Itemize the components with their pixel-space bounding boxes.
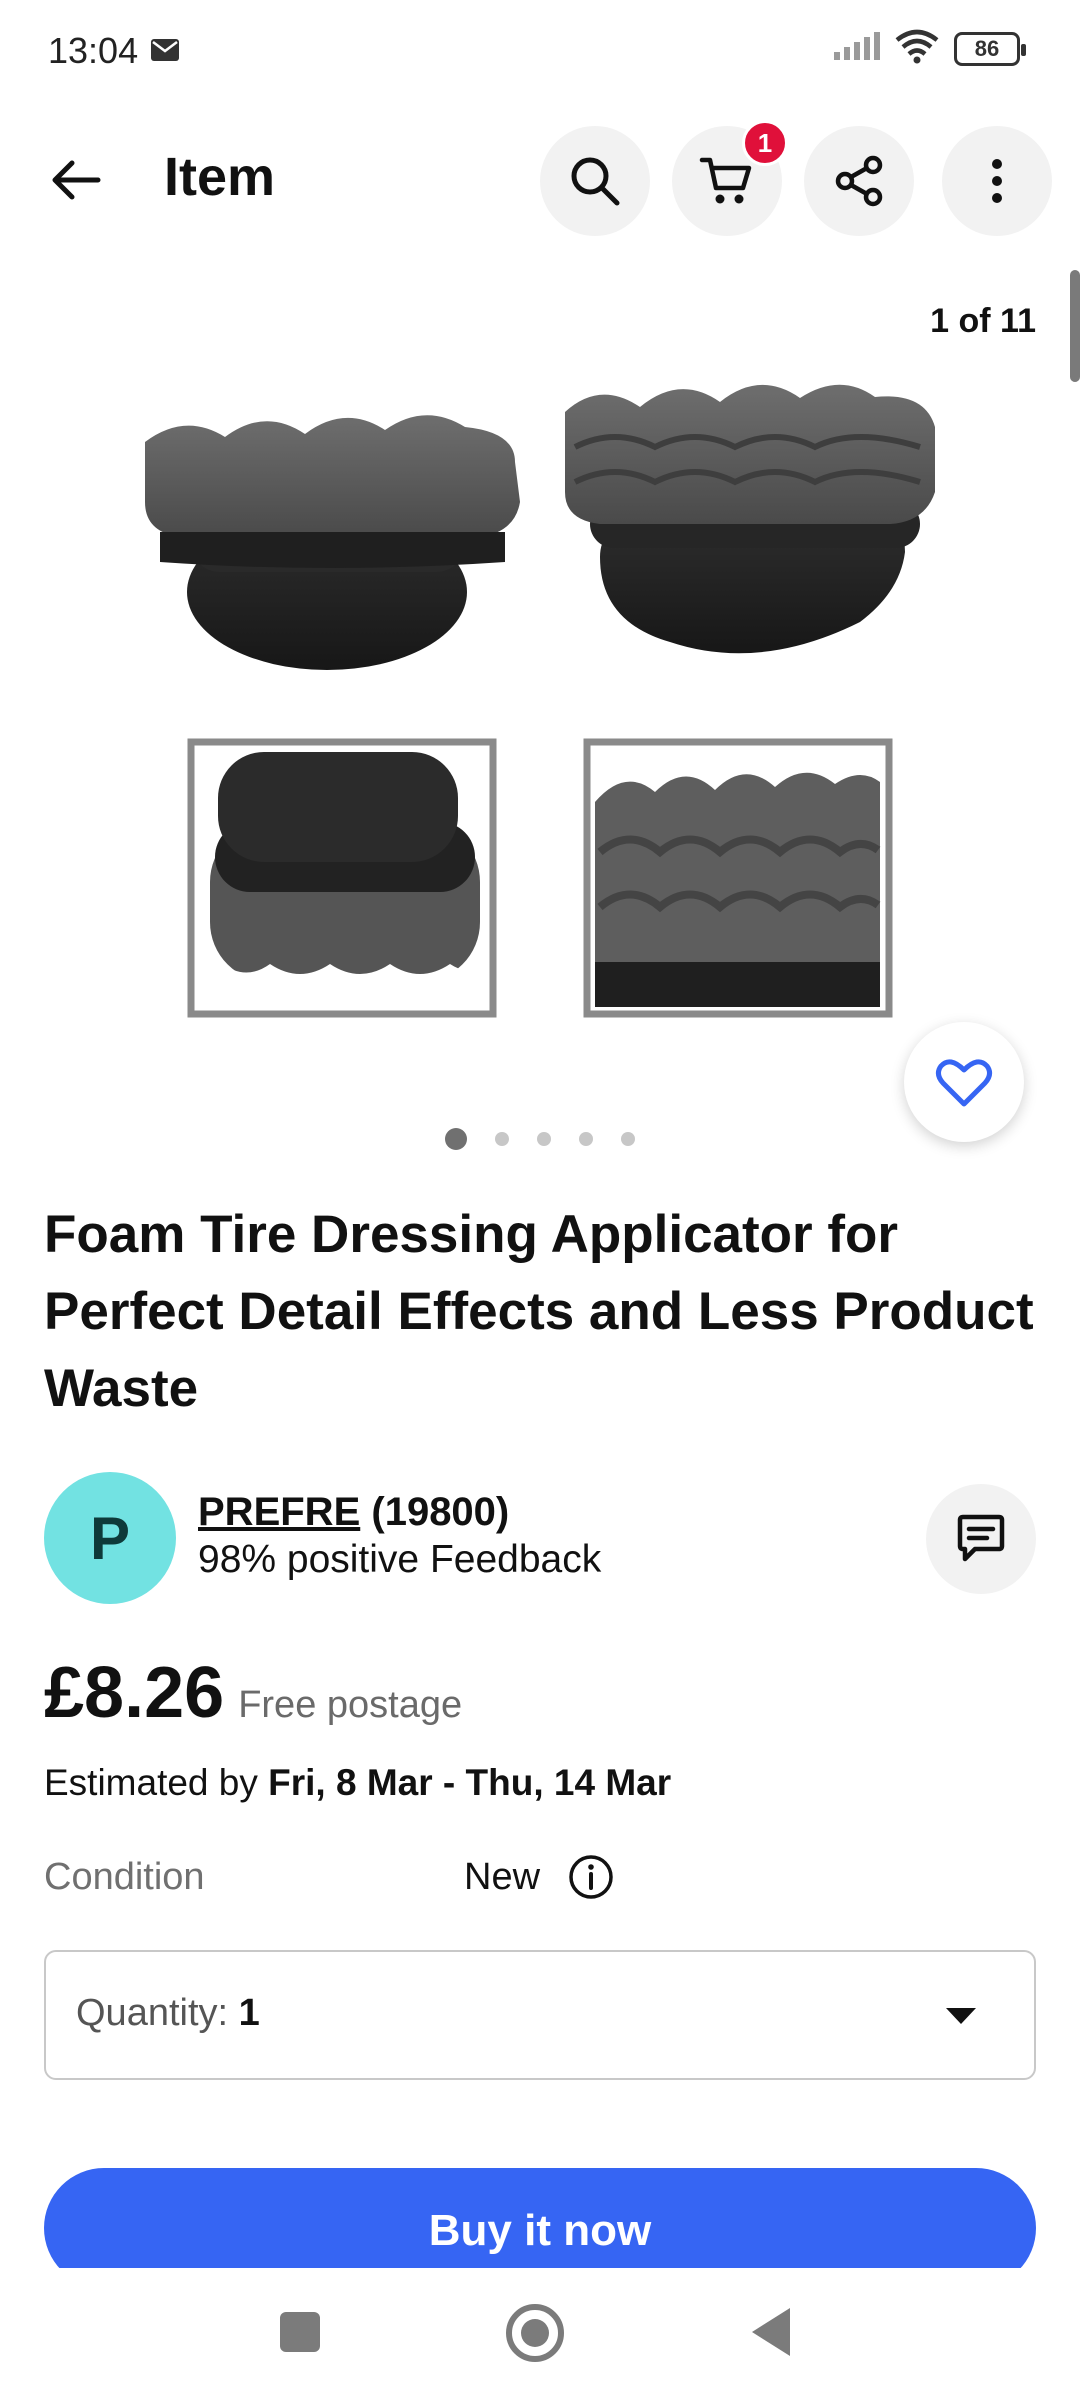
share-icon xyxy=(835,155,883,207)
delivery-range: Fri, 8 Mar - Thu, 14 Mar xyxy=(268,1762,672,1803)
page: 13:04 86 Item 1 1 of 11 Foam Tire Dressi… xyxy=(0,0,1080,2400)
more-options-button[interactable] xyxy=(942,126,1052,236)
search-button[interactable] xyxy=(540,126,650,236)
share-button[interactable] xyxy=(804,126,914,236)
wifi-icon xyxy=(894,28,940,69)
condition-value: New xyxy=(464,1856,541,1898)
search-icon xyxy=(571,157,620,206)
seller-feedback: 98% positive Feedback xyxy=(198,1538,602,1581)
gallery-dot[interactable] xyxy=(579,1132,593,1146)
battery-level: 86 xyxy=(974,35,1000,61)
home-button[interactable] xyxy=(506,2304,564,2362)
price-row: £8.26 Free postage xyxy=(44,1652,462,1734)
right-sponge xyxy=(565,384,935,654)
gallery-dot[interactable] xyxy=(445,1128,467,1150)
product-image xyxy=(145,384,935,1018)
gallery-dots xyxy=(0,1128,1080,1150)
postage-info: Free postage xyxy=(238,1684,463,1726)
quantity-select[interactable]: Quantity: 1 xyxy=(44,1950,1036,2080)
thumbnail-1 xyxy=(187,738,497,1018)
quantity-value: 1 xyxy=(238,1992,260,2034)
seller-info: P PREFRE (19800) 98% positive Feedback xyxy=(44,1472,1036,1604)
app-header: Item 1 xyxy=(0,118,1080,244)
status-indicators: 86 xyxy=(832,28,1026,69)
cart-button[interactable]: 1 xyxy=(672,120,788,236)
quantity-text: Quantity: 1 xyxy=(76,1992,260,2035)
battery-icon: 86 xyxy=(954,31,1026,66)
status-bar: 13:04 86 xyxy=(0,0,1080,100)
message-icon xyxy=(957,1514,1005,1562)
seller-name-link[interactable]: PREFRE xyxy=(198,1490,360,1534)
price: £8.26 xyxy=(44,1653,225,1733)
delivery-prefix: Estimated by xyxy=(44,1762,258,1803)
page-title: Item xyxy=(164,147,276,207)
seller-rating-count: (19800) xyxy=(371,1490,510,1534)
add-to-watchlist-button[interactable] xyxy=(904,1022,1024,1142)
signal-icon xyxy=(832,30,880,67)
gallery-dot[interactable] xyxy=(537,1132,551,1146)
seller-summary: PREFRE (19800) xyxy=(198,1490,509,1535)
quantity-label: Quantity: xyxy=(76,1992,229,2034)
seller-avatar[interactable]: P xyxy=(44,1472,176,1604)
contact-seller-button[interactable] xyxy=(926,1484,1036,1594)
left-sponge xyxy=(145,415,520,670)
system-back-button[interactable] xyxy=(752,2308,790,2356)
condition-label: Condition xyxy=(44,1856,205,1898)
system-nav-bar xyxy=(0,2268,1080,2400)
estimated-delivery: Estimated by Fri, 8 Mar - Thu, 14 Mar xyxy=(44,1762,671,1804)
info-icon[interactable] xyxy=(566,1852,616,1907)
heart-icon xyxy=(935,1059,993,1107)
back-arrow-icon xyxy=(52,160,101,200)
status-time: 13:04 xyxy=(48,30,139,71)
back-button[interactable] xyxy=(40,144,112,216)
chevron-down-icon xyxy=(946,2008,976,2024)
product-title: Foam Tire Dressing Applicator for Perfec… xyxy=(44,1205,1034,1418)
recent-apps-button[interactable] xyxy=(280,2312,320,2352)
gallery-dot[interactable] xyxy=(621,1132,635,1146)
gallery-dot[interactable] xyxy=(495,1132,509,1146)
cart-count-badge: 1 xyxy=(742,120,788,166)
image-gallery[interactable]: 1 of 11 xyxy=(0,262,1080,1150)
mail-icon xyxy=(150,38,180,67)
thumbnail-2 xyxy=(583,738,893,1018)
cart-icon xyxy=(699,157,752,204)
more-icon xyxy=(992,159,1002,203)
